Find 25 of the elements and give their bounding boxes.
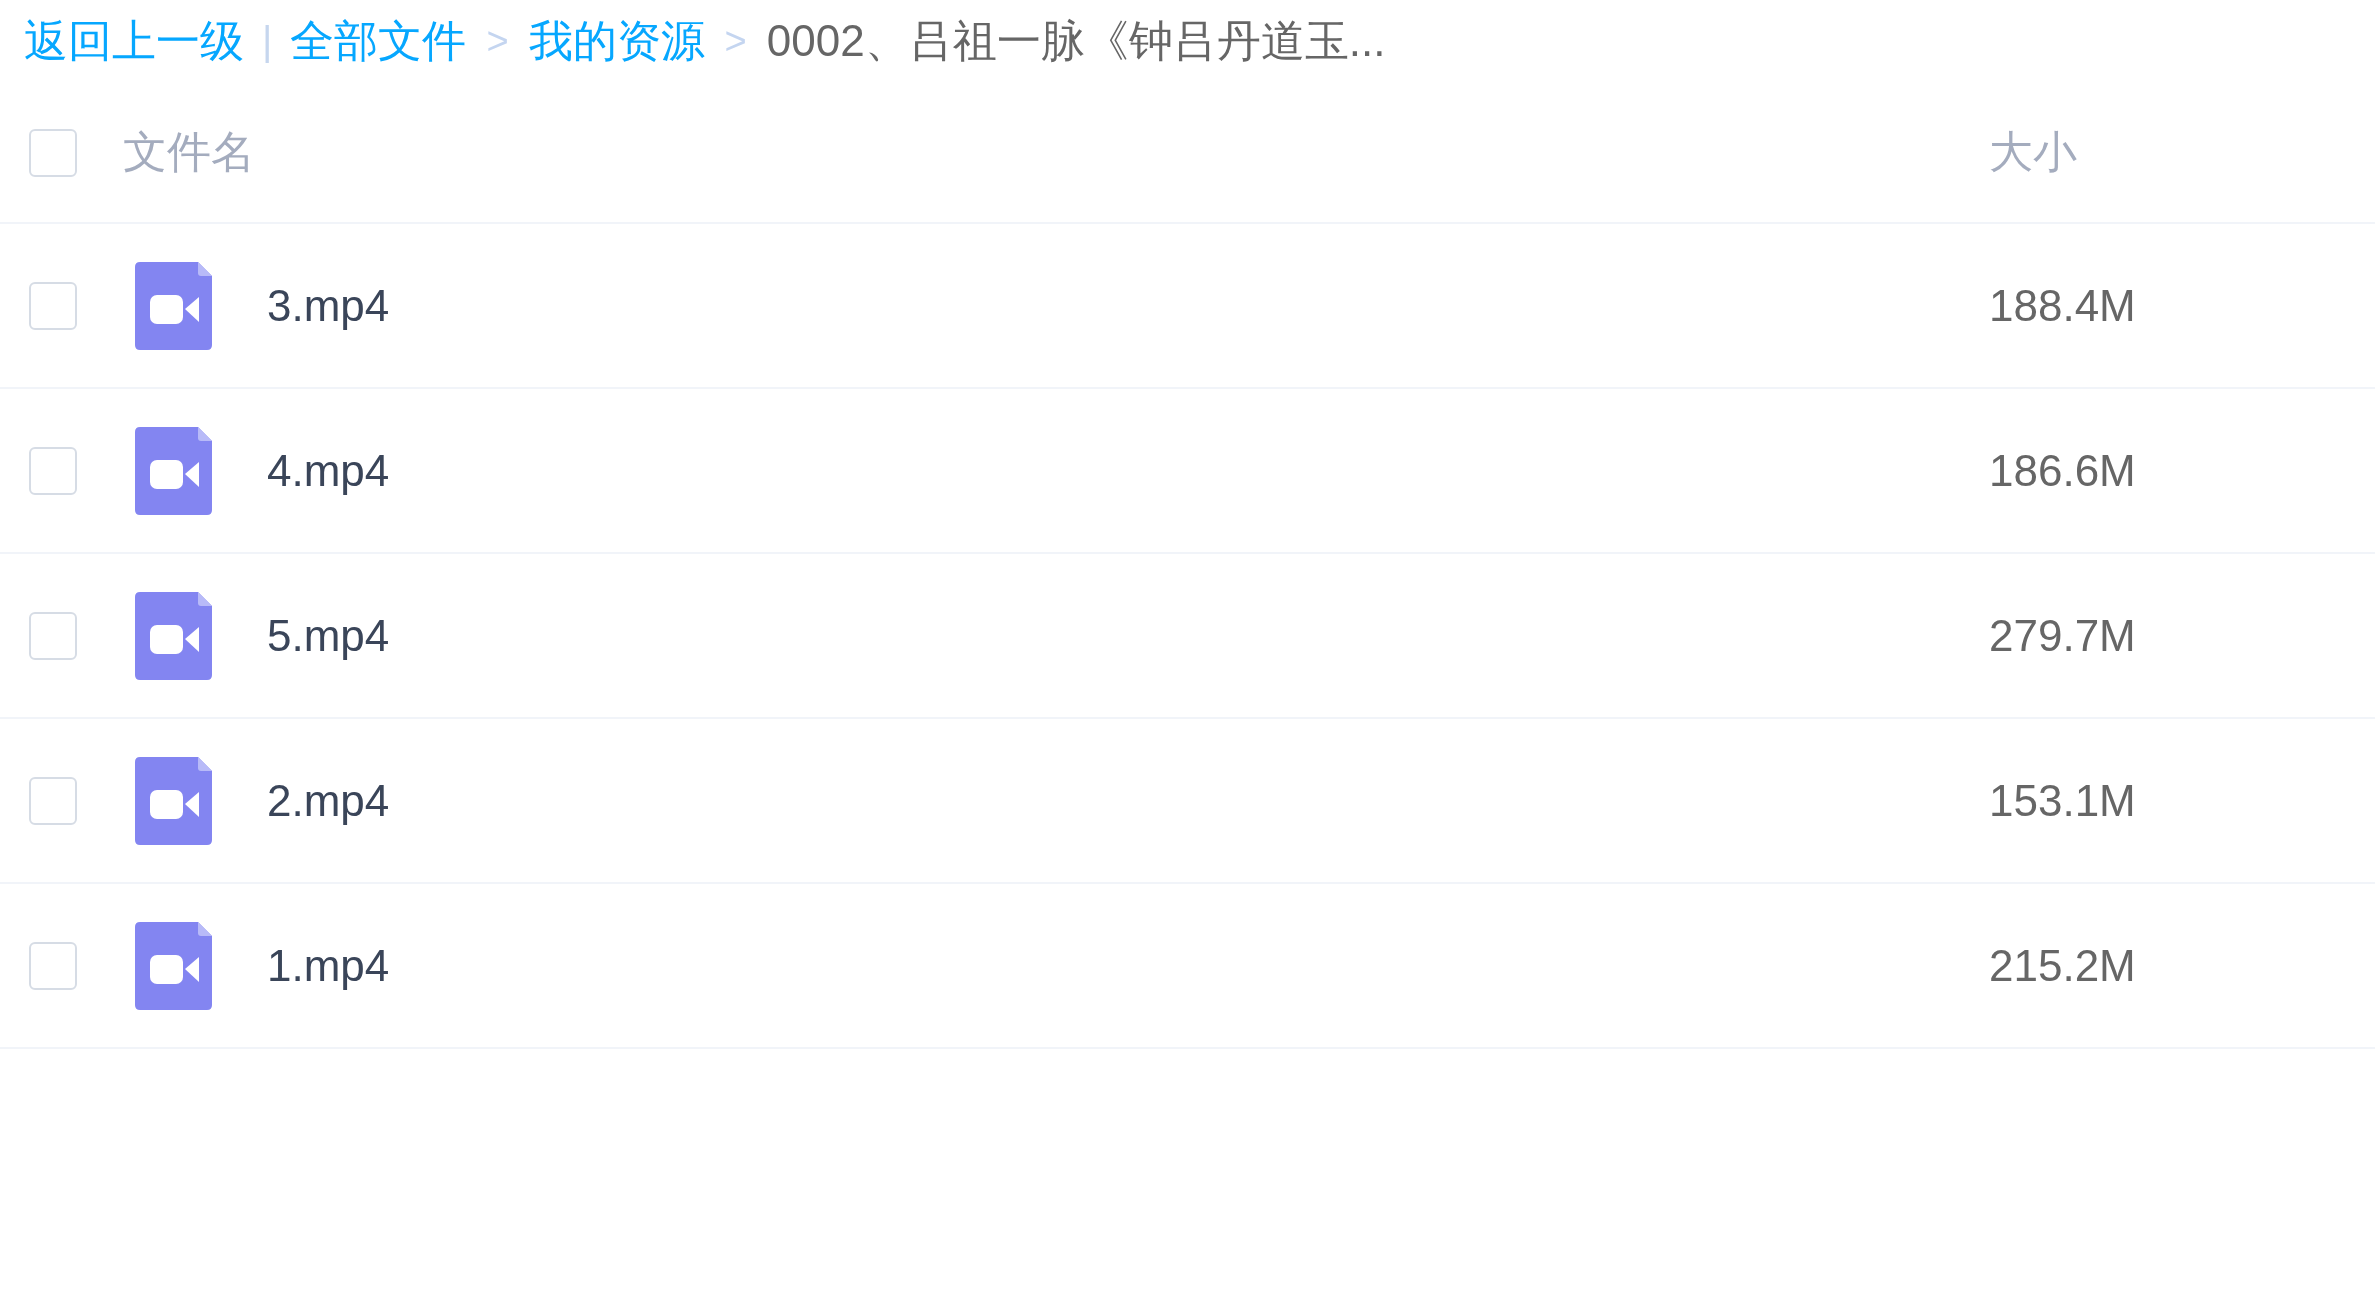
file-name[interactable]: 4.mp4 <box>267 445 390 496</box>
current-folder-title: 0002、吕祖一脉《钟吕丹道玉... <box>766 15 1386 67</box>
file-size: 188.4M <box>1989 280 2136 330</box>
file-name[interactable]: 2.mp4 <box>267 775 390 826</box>
video-file-icon <box>135 921 212 1010</box>
video-file-icon <box>135 591 212 680</box>
row-checkbox[interactable] <box>29 446 77 495</box>
video-file-icon <box>135 756 212 845</box>
row-checkbox[interactable] <box>29 941 77 990</box>
file-name[interactable]: 5.mp4 <box>267 610 390 661</box>
video-file-icon <box>135 426 212 515</box>
row-checkbox[interactable] <box>29 281 77 330</box>
select-all-checkbox[interactable] <box>29 128 77 177</box>
video-file-icon <box>135 261 212 350</box>
breadcrumb-arrow: > <box>724 20 747 63</box>
file-size: 186.6M <box>1989 445 2136 495</box>
file-size: 215.2M <box>1989 940 2136 990</box>
file-name[interactable]: 3.mp4 <box>267 280 390 331</box>
file-size: 153.1M <box>1989 775 2136 825</box>
breadcrumb-divider: | <box>262 19 273 64</box>
row-checkbox[interactable] <box>29 776 77 825</box>
row-checkbox[interactable] <box>29 611 77 660</box>
file-name[interactable]: 1.mp4 <box>267 940 390 991</box>
file-size: 279.7M <box>1989 610 2136 660</box>
breadcrumb-arrow: > <box>486 20 509 63</box>
